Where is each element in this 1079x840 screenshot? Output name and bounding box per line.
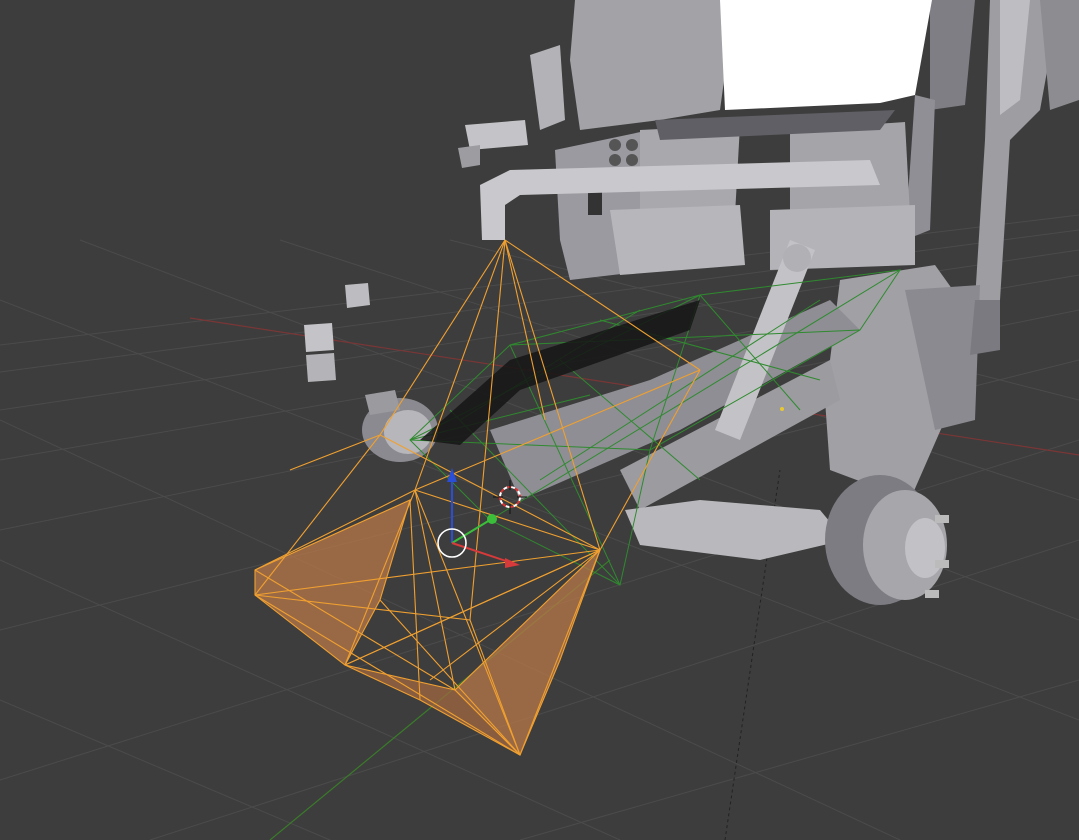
gizmo-y-arrow-icon[interactable] — [487, 514, 497, 524]
loose-part[interactable] — [306, 353, 336, 382]
3d-viewport[interactable] — [0, 0, 1079, 840]
loose-part[interactable] — [304, 323, 334, 352]
object-origin-dot — [780, 407, 784, 411]
viewport-canvas[interactable] — [0, 0, 1079, 840]
cab-panel[interactable] — [570, 0, 735, 130]
loose-part[interactable] — [345, 283, 370, 308]
side-lamp[interactable] — [465, 120, 528, 150]
cab-window[interactable] — [720, 0, 932, 110]
